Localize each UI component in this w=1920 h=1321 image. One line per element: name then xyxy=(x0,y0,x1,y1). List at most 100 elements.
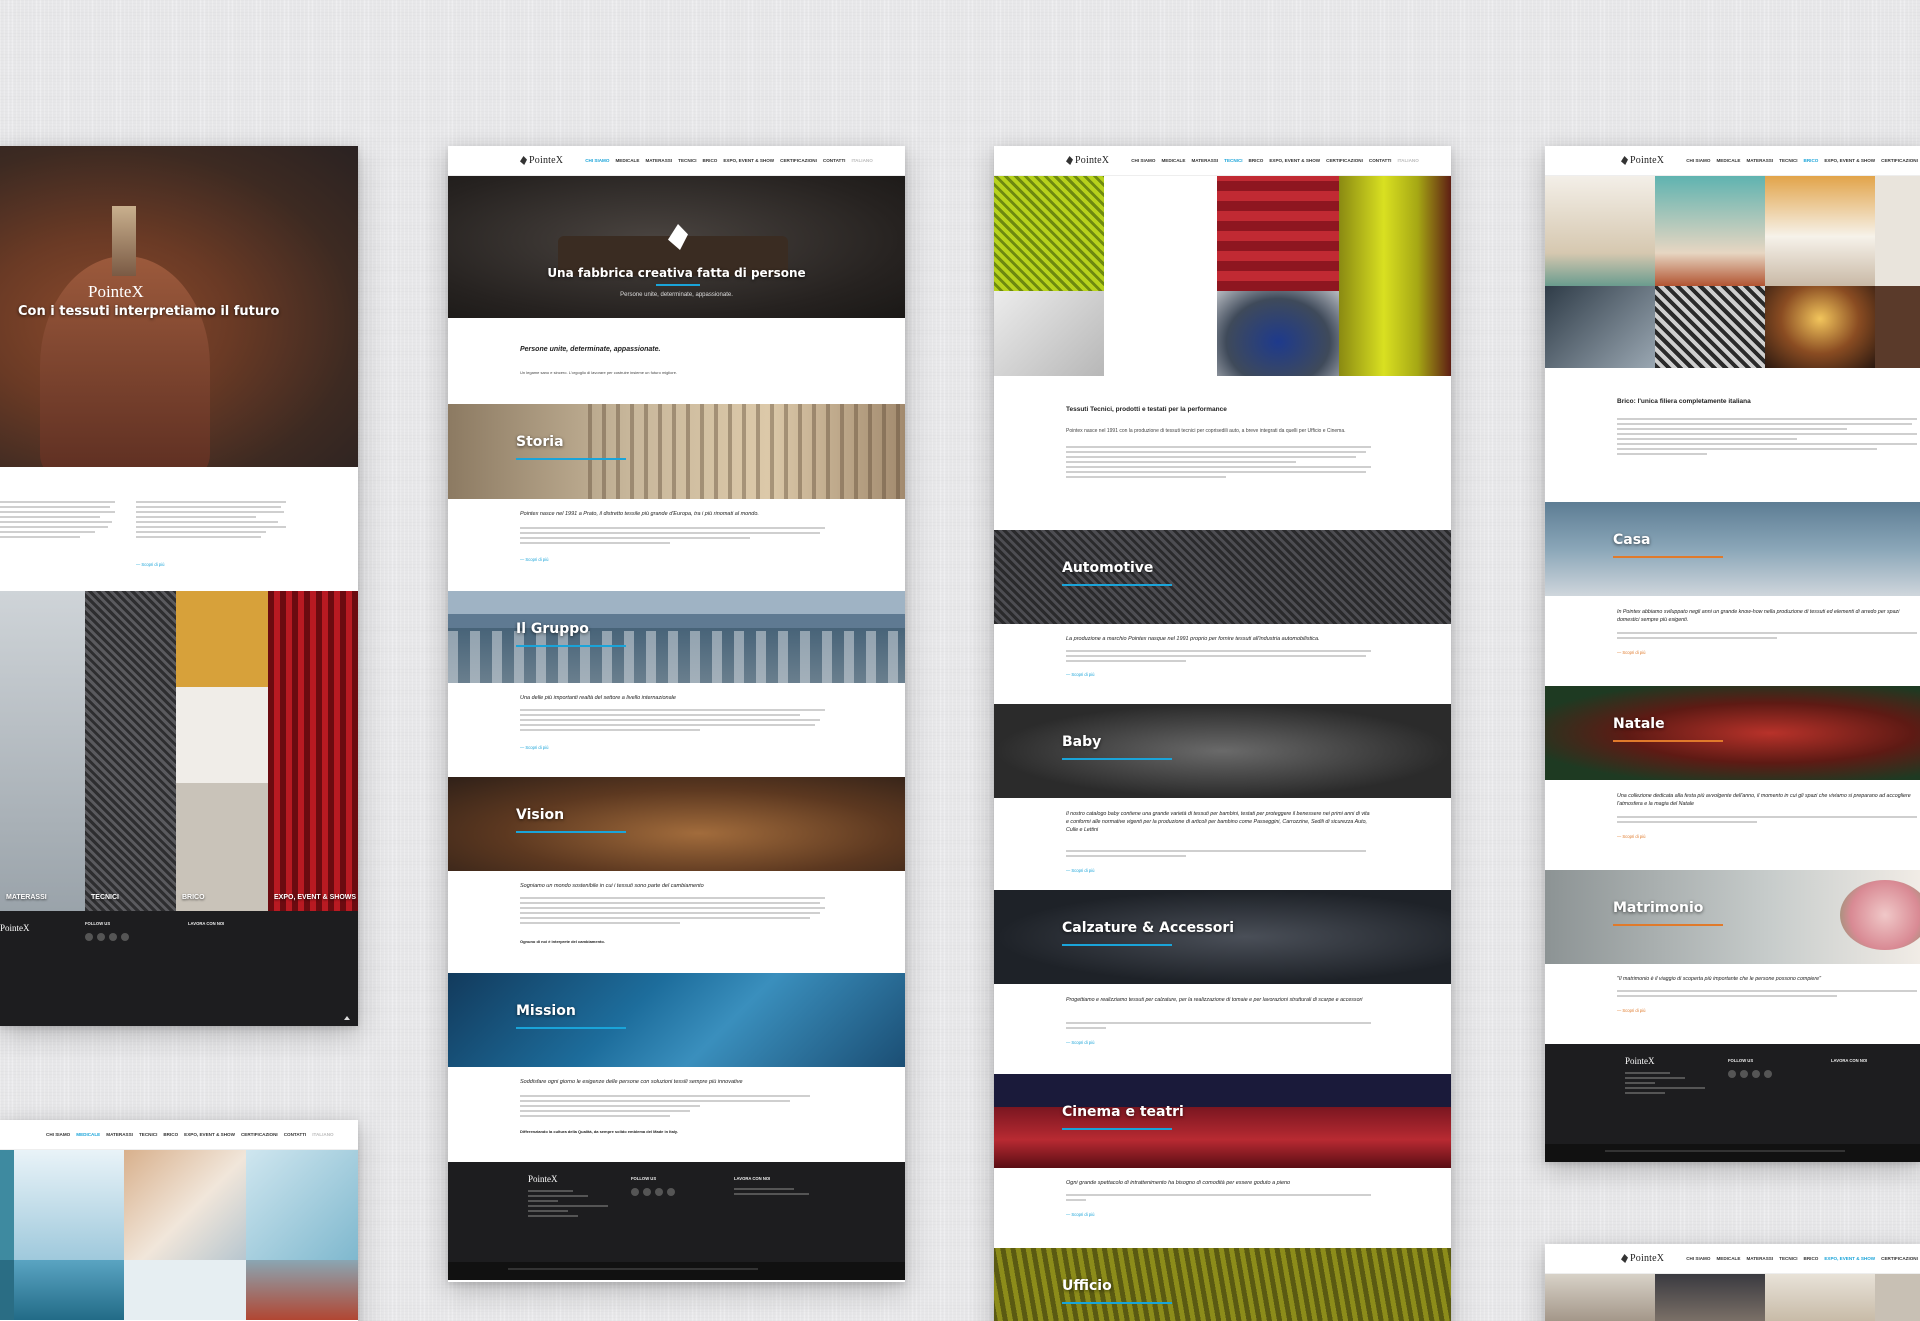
nav-brico[interactable]: BRICO xyxy=(1804,1256,1819,1261)
nav-materassi[interactable]: MATERASSI xyxy=(645,158,672,163)
nav-certificazioni[interactable]: CERTIFICAZIONI xyxy=(1326,158,1363,163)
nav-language[interactable]: ITALIANO xyxy=(312,1132,333,1137)
nav-expo[interactable]: EXPO, EVENT & SHOW xyxy=(723,158,774,163)
facebook-icon[interactable] xyxy=(85,933,93,941)
nav-chi-siamo[interactable]: CHI SIAMO xyxy=(585,158,609,163)
home-more-link[interactable]: — Scopri di più xyxy=(136,562,164,567)
nav-expo[interactable]: EXPO, EVENT & SHOW xyxy=(1824,158,1875,163)
pointex-logo-icon xyxy=(1621,1254,1628,1263)
storia-more-link[interactable]: — Scopri di più xyxy=(520,557,548,562)
section-gruppo-text: Una delle più importanti realtà del sett… xyxy=(448,683,905,777)
nav-contatti[interactable]: CONTATTI xyxy=(823,158,846,163)
about-intro-text: Un legame sano e sincero. L'orgoglio di … xyxy=(520,370,678,375)
brico-logo[interactable]: PointeX xyxy=(1621,155,1664,166)
section-matrimonio-text: "Il matrimonio è il viaggio di scoperta … xyxy=(1545,964,1920,1044)
nav-chi-siamo[interactable]: CHI SIAMO xyxy=(1686,1256,1710,1261)
brico-menu: CHI SIAMO MEDICALE MATERASSI TECNICI BRI… xyxy=(1686,158,1918,163)
tecnici-logo[interactable]: PointeX xyxy=(1066,155,1109,166)
nav-tecnici[interactable]: TECNICI xyxy=(1779,1256,1797,1261)
section-storia: Storia xyxy=(448,404,905,499)
baby-seat-image xyxy=(994,291,1104,376)
section-gruppo-title: Il Gruppo xyxy=(516,621,589,637)
youtube-icon[interactable] xyxy=(121,933,129,941)
nav-medicale[interactable]: MEDICALE xyxy=(1161,158,1185,163)
automotive-more-link[interactable]: — Scopri di più xyxy=(1066,672,1094,677)
section-mission-title: Mission xyxy=(516,1003,576,1019)
youtube-icon[interactable] xyxy=(667,1188,675,1196)
nav-materassi[interactable]: MATERASSI xyxy=(1191,158,1218,163)
nav-certificazioni[interactable]: CERTIFICAZIONI xyxy=(780,158,817,163)
tile-tecnici[interactable]: TECNICI xyxy=(85,591,176,911)
youtube-icon[interactable] xyxy=(1764,1070,1772,1078)
nav-materassi[interactable]: MATERASSI xyxy=(106,1132,133,1137)
nav-chi-siamo[interactable]: CHI SIAMO xyxy=(1131,158,1155,163)
nav-medicale[interactable]: MEDICALE xyxy=(1716,1256,1740,1261)
nav-tecnici[interactable]: TECNICI xyxy=(1224,158,1242,163)
tile-expo[interactable]: EXPO, EVENT & SHOWS xyxy=(268,591,358,911)
nav-expo[interactable]: EXPO, EVENT & SHOW xyxy=(1269,158,1320,163)
nav-expo[interactable]: EXPO, EVENT & SHOW xyxy=(1824,1256,1875,1261)
nav-certificazioni[interactable]: CERTIFICAZIONI xyxy=(1881,158,1918,163)
flowers-shape xyxy=(1840,880,1920,950)
section-matrimonio: Matrimonio xyxy=(1545,870,1920,964)
nav-medicale[interactable]: MEDICALE xyxy=(1716,158,1740,163)
section-natale-text: Una collezione dedicata alla festa più a… xyxy=(1545,780,1920,870)
cinema-more-link[interactable]: — Scopri di più xyxy=(1066,1212,1094,1217)
section-calzature-text: Progettiamo e realizziamo tessuti per ca… xyxy=(994,984,1451,1074)
nav-contatti[interactable]: CONTATTI xyxy=(284,1132,307,1137)
nav-tecnici[interactable]: TECNICI xyxy=(1779,158,1797,163)
instagram-icon[interactable] xyxy=(1752,1070,1760,1078)
yellow-fabric-image xyxy=(1339,176,1451,376)
expo-logo[interactable]: PointeX xyxy=(1621,1253,1664,1264)
instagram-icon[interactable] xyxy=(655,1188,663,1196)
facebook-icon[interactable] xyxy=(1728,1070,1736,1078)
tecnici-intro: Tessuti Tecnici, prodotti e testati per … xyxy=(994,376,1451,530)
section-storia-text: Pointex nasce nel 1991 a Prato, il distr… xyxy=(448,499,905,591)
lab-image xyxy=(246,1150,358,1260)
nav-contatti[interactable]: CONTATTI xyxy=(1369,158,1392,163)
matrimonio-more-link[interactable]: — Scopri di più xyxy=(1617,1008,1645,1013)
nav-medicale[interactable]: MEDICALE xyxy=(76,1132,100,1137)
nav-tecnici[interactable]: TECNICI xyxy=(678,158,696,163)
nav-chi-siamo[interactable]: CHI SIAMO xyxy=(46,1132,70,1137)
back-to-top-icon[interactable] xyxy=(344,1016,350,1020)
linkedin-icon[interactable] xyxy=(643,1188,651,1196)
nav-brico[interactable]: BRICO xyxy=(703,158,718,163)
casa-more-link[interactable]: — Scopri di più xyxy=(1617,650,1645,655)
nav-expo[interactable]: EXPO, EVENT & SHOW xyxy=(184,1132,235,1137)
home-footer-work: LAVORA CON NOI xyxy=(188,921,225,926)
expo-menu: CHI SIAMO MEDICALE MATERASSI TECNICI BRI… xyxy=(1686,1256,1918,1261)
linkedin-icon[interactable] xyxy=(97,933,105,941)
nav-materassi[interactable]: MATERASSI xyxy=(1746,158,1773,163)
lantern-shape xyxy=(112,206,136,276)
section-casa: Casa xyxy=(1545,502,1920,596)
natale-more-link[interactable]: — Scopri di più xyxy=(1617,834,1645,839)
linkedin-icon[interactable] xyxy=(1740,1070,1748,1078)
nav-tecnici[interactable]: TECNICI xyxy=(139,1132,157,1137)
instagram-icon[interactable] xyxy=(109,933,117,941)
about-footer-work: LAVORA CON NOI xyxy=(734,1176,771,1181)
tecnici-intro-title: Tessuti Tecnici, prodotti e testati per … xyxy=(1066,406,1227,413)
about-logo[interactable]: PointeX xyxy=(520,155,563,166)
tile-brico[interactable]: BRICO xyxy=(176,591,268,911)
tile-materassi[interactable]: MATERASSI xyxy=(0,591,85,911)
nav-brico[interactable]: BRICO xyxy=(1804,158,1819,163)
gruppo-more-link[interactable]: — Scopri di più xyxy=(520,745,548,750)
nav-materassi[interactable]: MATERASSI xyxy=(1746,1256,1773,1261)
nav-medicale[interactable]: MEDICALE xyxy=(615,158,639,163)
facebook-icon[interactable] xyxy=(631,1188,639,1196)
nav-brico[interactable]: BRICO xyxy=(1249,158,1264,163)
nav-language[interactable]: ITALIANO xyxy=(851,158,872,163)
about-hero-sub: Persone unite, determinate, appassionate… xyxy=(620,292,733,298)
nav-certificazioni[interactable]: CERTIFICAZIONI xyxy=(1881,1256,1918,1261)
nav-chi-siamo[interactable]: CHI SIAMO xyxy=(1686,158,1710,163)
nav-language[interactable]: ITALIANO xyxy=(1397,158,1418,163)
baby-more-link[interactable]: — Scopri di più xyxy=(1066,868,1094,873)
brico-intro-title: Brico: l'unica filiera completamente ita… xyxy=(1617,398,1751,405)
home-footer-logo: PointeX xyxy=(0,923,30,933)
section-mission-text: Soddisfare ogni giorno le esigenze delle… xyxy=(448,1067,905,1162)
brico-footer-logo: PointeX xyxy=(1625,1056,1655,1066)
calzature-more-link[interactable]: — Scopri di più xyxy=(1066,1040,1094,1045)
nav-certificazioni[interactable]: CERTIFICAZIONI xyxy=(241,1132,278,1137)
nav-brico[interactable]: BRICO xyxy=(163,1132,178,1137)
